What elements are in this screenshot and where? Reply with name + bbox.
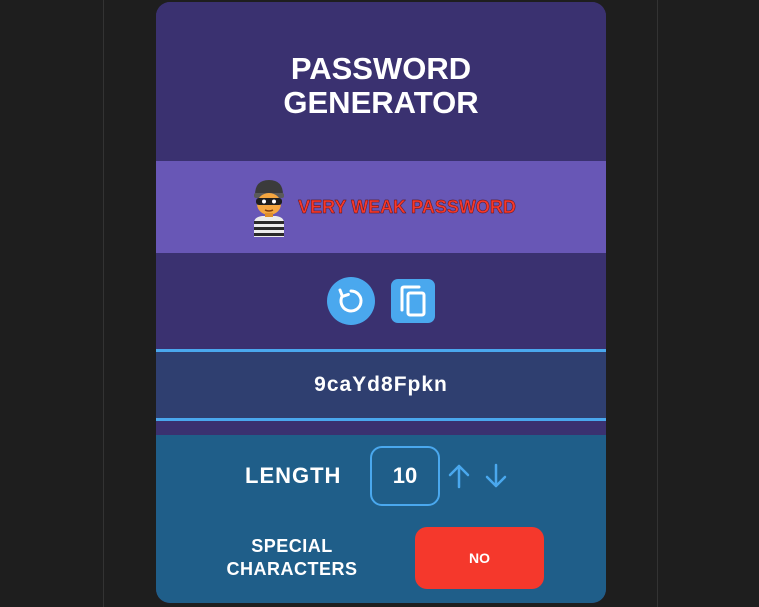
length-row: LENGTH 10 (156, 446, 606, 506)
strength-label: VERY WEAK PASSWORD (298, 196, 516, 217)
copy-icon (400, 285, 426, 317)
arrow-up-icon (448, 464, 470, 489)
right-divider (657, 0, 658, 607)
app-title: PASSWORD GENERATOR (283, 50, 479, 120)
special-characters-toggle[interactable]: NO (415, 527, 544, 589)
decrease-length-button[interactable] (483, 462, 509, 490)
thief-avatar-icon (254, 180, 285, 237)
refresh-icon (338, 288, 363, 313)
header: PASSWORD GENERATOR (156, 2, 606, 161)
arrow-down-icon (485, 463, 507, 488)
length-label: LENGTH (245, 463, 342, 488)
length-input[interactable]: 10 (370, 446, 440, 506)
left-divider (103, 0, 104, 607)
strength-indicator: VERY WEAK PASSWORD (156, 161, 606, 253)
action-buttons (156, 253, 606, 349)
password-display[interactable]: 9caYd8Fpkn (156, 349, 606, 421)
spacer (156, 421, 606, 435)
generated-password[interactable]: 9caYd8Fpkn (314, 373, 448, 397)
settings-panel: LENGTH 10 SPECIAL CHARACTERS NO (156, 435, 606, 603)
special-characters-label: SPECIAL CHARACTERS (226, 536, 358, 579)
increase-length-button[interactable] (446, 462, 472, 490)
refresh-button[interactable] (327, 277, 375, 325)
copy-button[interactable] (391, 279, 435, 323)
password-generator-card: PASSWORD GENERATOR VERY WEAK PASSWORD 9c… (156, 2, 606, 603)
